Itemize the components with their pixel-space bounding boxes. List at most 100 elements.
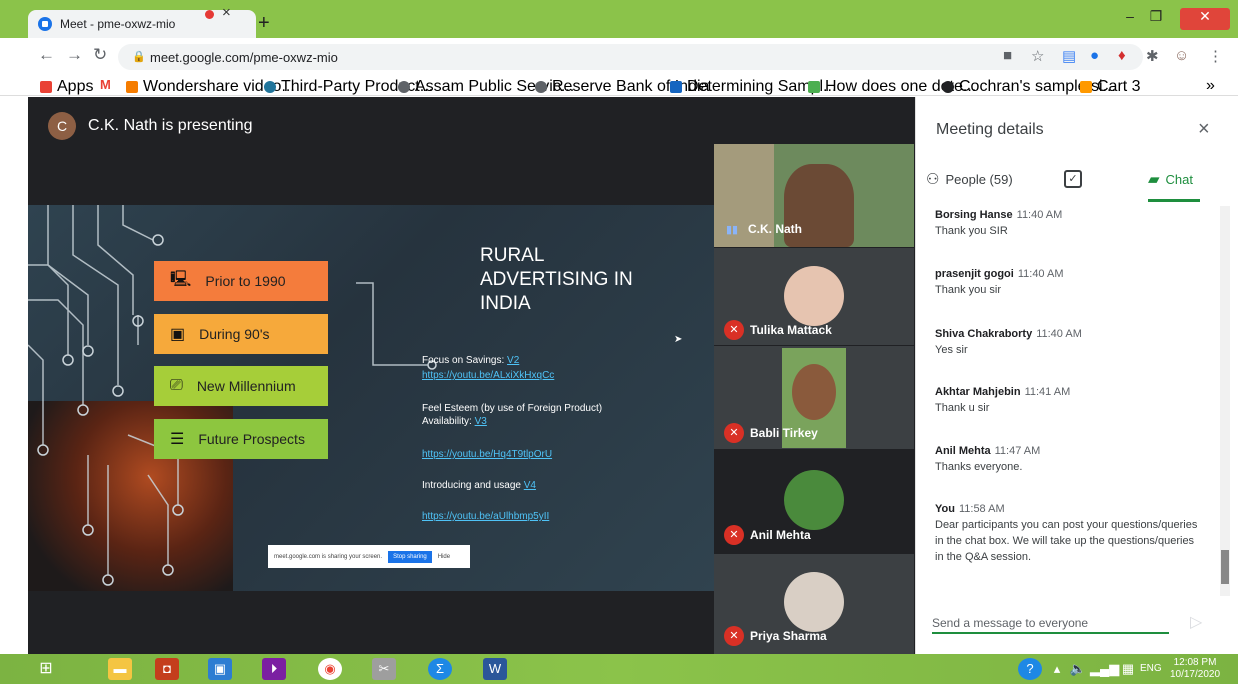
restore-icon[interactable]: ❐ bbox=[1146, 8, 1166, 30]
wordpress-icon bbox=[264, 81, 276, 93]
snipping-tool-icon[interactable]: ✂ bbox=[372, 658, 396, 680]
panel-close-icon[interactable]: × bbox=[1198, 118, 1210, 141]
participant-tile-priya[interactable]: ✕ Priya Sharma bbox=[714, 554, 914, 654]
window-close-icon[interactable]: ✕ bbox=[1180, 8, 1230, 30]
reload-icon[interactable]: ↻ bbox=[93, 45, 107, 65]
participant-avatar bbox=[784, 572, 844, 632]
tab-chat[interactable]: ▰ Chat bbox=[1148, 170, 1193, 188]
globe-icon bbox=[535, 81, 547, 93]
participant-name: Tulika Mattack bbox=[750, 323, 832, 337]
extension-red-icon[interactable]: ♦ bbox=[1118, 47, 1126, 64]
amazon-icon bbox=[1080, 81, 1092, 93]
stop-sharing-button[interactable]: Stop sharing bbox=[388, 550, 432, 563]
message-time: 11:40 AM bbox=[1036, 328, 1082, 340]
send-icon[interactable]: ▷ bbox=[1190, 612, 1202, 632]
mic-off-icon: ✕ bbox=[724, 525, 744, 545]
notification-icon[interactable]: ▦ bbox=[1116, 658, 1140, 680]
help-icon[interactable]: ? bbox=[1018, 658, 1042, 680]
participant-tile-babli[interactable]: ✕ Babli Tirkey bbox=[714, 346, 914, 449]
chrome-icon[interactable]: ◉ bbox=[318, 658, 342, 680]
message-time: 11:40 AM bbox=[1016, 209, 1063, 221]
powerpoint-icon[interactable]: ◘ bbox=[155, 658, 179, 680]
participant-tile-tulika[interactable]: ✕ Tulika Mattack bbox=[714, 248, 914, 345]
file-explorer-icon[interactable]: ▬ bbox=[108, 658, 132, 680]
xm-icon bbox=[670, 81, 682, 93]
slide-link-1[interactable]: https://youtu.be/ALxiXkHxqCc bbox=[422, 369, 554, 382]
message-sender: prasenjit gogoi bbox=[935, 268, 1014, 280]
lock-icon: 🔒 bbox=[132, 51, 146, 63]
message-sender: Akhtar Mahjebin bbox=[935, 386, 1021, 398]
camera-icon[interactable]: ■ bbox=[1003, 47, 1012, 64]
mouse-cursor-icon: ➤ bbox=[674, 334, 683, 345]
presenter-avatar: C bbox=[48, 112, 76, 140]
participant-tile-anil[interactable]: ✕ Anil Mehta bbox=[714, 450, 914, 553]
back-icon[interactable]: ← bbox=[38, 45, 55, 65]
docs-extension-icon[interactable]: ▤ bbox=[1062, 47, 1076, 65]
tab-people[interactable]: ⚇ People (59) bbox=[926, 170, 1013, 188]
message-sender: You bbox=[935, 503, 955, 515]
math-tool-icon[interactable]: Σ bbox=[428, 658, 452, 680]
participant-avatar bbox=[784, 266, 844, 326]
taskbar-clock[interactable]: 12:08 PM 10/17/2020 bbox=[1167, 657, 1223, 681]
message-time: 11:40 AM bbox=[1017, 268, 1064, 280]
star-icon[interactable]: ☆ bbox=[1031, 47, 1044, 65]
message-text: Thanks everyone. bbox=[935, 461, 1023, 473]
presenter-text: C.K. Nath is presenting bbox=[88, 117, 253, 134]
tab-activities-checkbox-icon[interactable]: ✓ bbox=[1064, 170, 1082, 188]
recording-dot-icon bbox=[205, 10, 214, 19]
bookmark-apps[interactable]: Apps bbox=[40, 78, 93, 96]
slide-link-3[interactable]: https://youtu.be/aUlhbmp5yII bbox=[422, 510, 549, 523]
volume-icon[interactable]: 🔈 bbox=[1066, 658, 1090, 680]
puzzle-icon[interactable]: ✱ bbox=[1146, 47, 1159, 65]
new-tab-button[interactable]: + bbox=[258, 12, 270, 35]
participant-tile-ck-nath[interactable]: C.K. Nath ▮▮ bbox=[714, 144, 914, 247]
bookmark-gmail[interactable]: M bbox=[100, 77, 111, 92]
remote-desktop-icon[interactable]: ▣ bbox=[208, 658, 232, 680]
chat-icon: ▰ bbox=[1148, 171, 1160, 188]
slide-availability-line: Availability: V3 bbox=[422, 416, 487, 427]
start-button-icon[interactable]: ⊞ bbox=[34, 658, 58, 680]
researchgate-icon bbox=[808, 81, 820, 93]
slide-link-2[interactable]: https://youtu.be/Hq4T9tlpOrU bbox=[422, 448, 552, 461]
message-sender: Anil Mehta bbox=[935, 445, 991, 457]
slide-box-future-prospects: ☰ Future Prospects bbox=[154, 419, 328, 459]
slide-title: RURAL ADVERTISING IN INDIA bbox=[480, 245, 633, 314]
forward-icon[interactable]: → bbox=[66, 45, 83, 65]
media-app-icon[interactable]: ⏵ bbox=[262, 658, 286, 680]
word-icon[interactable]: W bbox=[483, 658, 507, 680]
profile-avatar[interactable]: ☺ bbox=[1174, 47, 1189, 64]
menu-icon[interactable]: ⋮ bbox=[1208, 47, 1223, 65]
extension-o-icon[interactable]: ● bbox=[1090, 47, 1099, 64]
message-text: Thank you SIR bbox=[935, 225, 1008, 237]
message-text: Thank u sir bbox=[935, 402, 990, 414]
chat-message: Anil Mehta 11:47 AM Thanks everyone. bbox=[935, 443, 1200, 475]
minimize-icon[interactable]: – bbox=[1120, 8, 1140, 30]
participant-face bbox=[792, 364, 836, 420]
url-text: meet.google.com/pme-oxwz-mio bbox=[150, 50, 338, 65]
chat-message: Akhtar Mahjebin 11:41 AM Thank u sir bbox=[935, 384, 1200, 416]
slide-box-during-90s: ▣ During 90's bbox=[154, 314, 328, 354]
people-icon: ⚇ bbox=[926, 171, 940, 188]
network-icon[interactable]: ▂▄▆ bbox=[1090, 658, 1119, 680]
message-time: 11:58 AM bbox=[958, 503, 1005, 515]
mic-off-icon: ✕ bbox=[724, 626, 744, 646]
chat-scrollbar[interactable] bbox=[1220, 206, 1230, 596]
participant-name: Priya Sharma bbox=[750, 629, 827, 643]
chat-message: prasenjit gogoi 11:40 AM Thank you sir bbox=[935, 266, 1200, 298]
bookmarks-overflow-icon[interactable]: » bbox=[1206, 77, 1215, 95]
language-indicator[interactable]: ENG bbox=[1140, 663, 1162, 674]
participant-name: Anil Mehta bbox=[750, 528, 811, 542]
screen-share-notice: meet.google.com is sharing your screen. … bbox=[268, 545, 470, 568]
slide-box-prior-1990: 🖳 Prior to 1990 bbox=[154, 261, 328, 301]
mic-off-icon: ✕ bbox=[724, 320, 744, 340]
slide-focus-line: Focus on Savings: V2 bbox=[422, 355, 520, 366]
url-field[interactable]: 🔒 meet.google.com/pme-oxwz-mio bbox=[118, 44, 1143, 70]
chat-message-input[interactable]: Send a message to everyone bbox=[932, 614, 1169, 634]
presenter-banner: C C.K. Nath is presenting bbox=[48, 112, 253, 140]
chat-scrollbar-thumb[interactable] bbox=[1221, 550, 1229, 584]
message-text: Dear participants you can post your ques… bbox=[935, 519, 1198, 563]
hide-button[interactable]: Hide bbox=[438, 554, 450, 560]
tab-close-icon[interactable]: × bbox=[222, 4, 231, 21]
slide-esteem-line: Feel Esteem (by use of Foreign Product) bbox=[422, 403, 603, 414]
bookmark-cart[interactable]: Cart 3 bbox=[1080, 78, 1141, 96]
